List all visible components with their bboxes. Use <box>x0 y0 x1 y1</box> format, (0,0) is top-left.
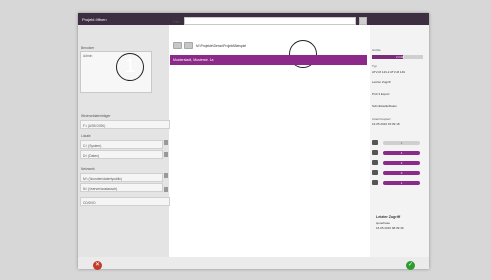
file-row-label: Musterstadt, Musterstr. 1a <box>173 58 214 62</box>
satellite-icon <box>372 170 378 175</box>
car-icon <box>372 180 378 185</box>
cd-drive-label: CD/DVD <box>83 200 96 205</box>
usb-drive-item[interactable]: F:\ (USB DISK) <box>80 120 170 129</box>
extra-value: Schnittstelle/Daten <box>372 104 398 108</box>
cd-drive-item[interactable]: CD/DVD <box>80 197 170 206</box>
letzter-value: Prüf 3 Export <box>372 92 390 96</box>
folder-back-button[interactable] <box>173 42 182 49</box>
size-text: 2,3 GB <box>396 55 405 59</box>
ok-button[interactable]: ✓ <box>406 261 415 270</box>
benutzer-label: Benutzer <box>81 46 95 50</box>
local-drive-label: C:\ (System) <box>83 143 102 148</box>
filter-label: Filter <box>173 20 181 24</box>
device-count-button[interactable]: 4 <box>383 150 420 155</box>
datum-value: 16.05.2016 15:09:18 <box>372 122 400 126</box>
pen-icon <box>372 160 378 165</box>
network-drive-item[interactable]: N:\ (\\server\austausch) <box>80 183 163 192</box>
datum-label: zuletzt kopiert <box>372 117 391 121</box>
typ-value: ATV-M 143-2 ATV-M 149 <box>372 70 405 74</box>
usb-drive-label: F:\ (USB DISK) <box>83 123 106 128</box>
scroll-down-arrow[interactable] <box>164 152 168 157</box>
local-drive-label: D:\ (Daten) <box>83 153 100 158</box>
current-path: M:\Projekte\Demo\Projekt\Beispiel <box>196 43 247 48</box>
device-count-button[interactable]: 1 <box>383 180 420 185</box>
folder-up-button[interactable] <box>184 42 193 49</box>
local-drive-item[interactable]: D:\ (Daten) <box>80 150 163 159</box>
network-drive-item[interactable]: M:\ (\\kunden\daten\public) <box>80 173 163 182</box>
device-count-label: 1 <box>400 180 403 185</box>
check-icon: ✓ <box>407 262 414 268</box>
last-access-heading: Letzter Zugriff <box>376 215 401 219</box>
wechseldatentraeger-label: Wechseldatenträger <box>81 114 111 118</box>
device-count-label: 1 <box>400 140 403 145</box>
scroll-up-arrow[interactable] <box>164 140 168 145</box>
last-access-user: spuerhase <box>376 221 391 225</box>
device-count-label: 0 <box>400 170 403 175</box>
file-row-selected[interactable]: Musterstadt, Musterstr. 1a <box>170 55 367 65</box>
netzwerk-label: Netzwerk <box>81 167 95 171</box>
close-icon: ✕ <box>94 262 101 268</box>
device-count-button[interactable]: 1 <box>383 140 420 145</box>
dialog-footer <box>78 257 429 269</box>
scroll-up-arrow[interactable] <box>164 173 168 178</box>
clear-filter-button[interactable] <box>359 17 367 25</box>
device-count-button[interactable]: 0 <box>383 170 420 175</box>
robot-icon <box>372 150 378 155</box>
letzter-label: Letzter Zugriff <box>372 80 391 84</box>
size-label: Größe <box>372 48 381 52</box>
scroll-down-arrow[interactable] <box>164 187 168 192</box>
network-drive-label: M:\ (\\kunden\daten\public) <box>83 176 123 181</box>
camera-icon <box>372 140 378 145</box>
local-drive-item[interactable]: C:\ (System) <box>80 140 163 149</box>
marker-one: 1 <box>116 53 144 81</box>
filter-input[interactable] <box>184 17 356 25</box>
lokale-label: Lokale <box>81 134 91 138</box>
typ-label: Typ <box>372 64 377 68</box>
benutzer-item[interactable]: Admin <box>83 54 92 58</box>
dialog-title: Projekt öffnen <box>82 16 107 22</box>
cancel-button[interactable]: ✕ <box>93 261 102 270</box>
device-count-button[interactable]: 2 <box>383 160 420 165</box>
device-count-label: 2 <box>400 160 403 165</box>
device-count-label: 4 <box>400 150 403 155</box>
network-drive-label: N:\ (\\server\austausch) <box>83 186 118 191</box>
last-access-date: 16.05.2016 08:39:46 <box>376 226 404 230</box>
